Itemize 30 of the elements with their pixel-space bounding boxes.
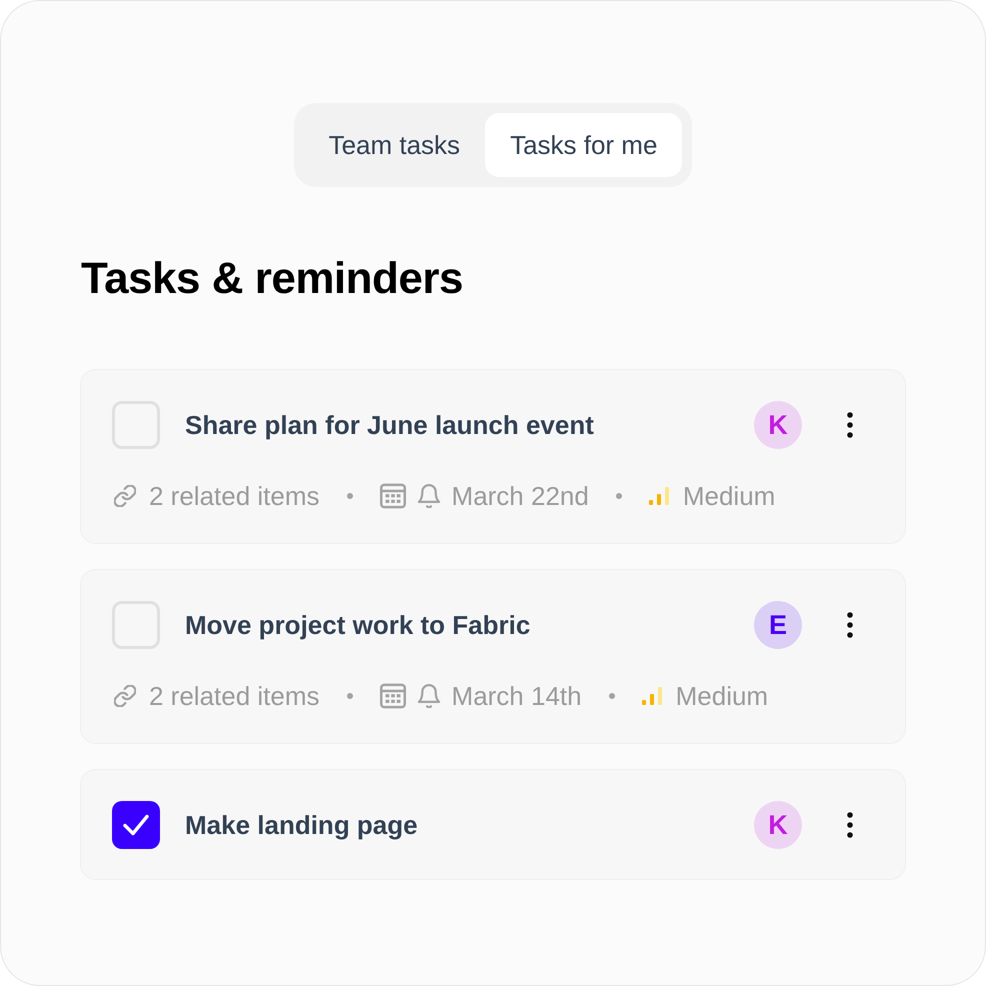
tab[interactable]: Tasks for me [485, 113, 682, 177]
signal-bars-icon [642, 687, 662, 705]
bullet-icon [616, 493, 622, 499]
task-title: Share plan for June launch event [185, 408, 595, 442]
task-title: Move project work to Fabric [185, 608, 532, 642]
more-options-icon [847, 612, 853, 638]
checkbox[interactable] [112, 801, 160, 849]
page-heading: Tasks & reminders [81, 253, 464, 305]
calendar-icon [380, 483, 406, 509]
bullet-icon [608, 693, 615, 699]
bell-icon [416, 484, 441, 508]
more-options-icon [847, 812, 853, 838]
due-date: March 14th [452, 680, 582, 712]
check-icon [123, 814, 149, 836]
bullet-icon [346, 693, 353, 699]
avatar: E [754, 601, 802, 649]
signal-bars-icon [648, 487, 669, 505]
more-options-icon [847, 412, 853, 438]
task-title: Make landing page [185, 808, 419, 842]
link-icon [114, 685, 136, 707]
link-icon [114, 485, 136, 507]
priority-label: Medium [676, 680, 768, 712]
bullet-icon [346, 493, 353, 499]
tab[interactable]: Team tasks [304, 113, 486, 177]
bell-icon [416, 684, 441, 708]
avatar: K [754, 401, 802, 449]
priority-label: Medium [682, 480, 776, 512]
calendar-icon [380, 683, 406, 709]
due-date: March 22nd [452, 480, 589, 512]
avatar: K [754, 801, 802, 849]
